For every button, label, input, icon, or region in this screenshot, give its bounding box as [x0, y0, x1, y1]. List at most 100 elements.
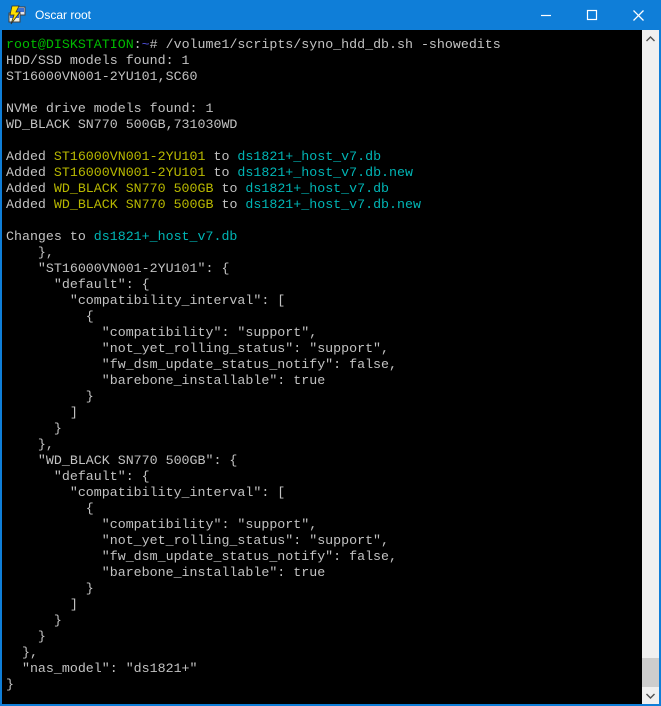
terminal-line: "compatibility": "support", — [6, 325, 642, 341]
terminal-line: "default": { — [6, 277, 642, 293]
scroll-down-button[interactable] — [642, 687, 659, 704]
close-button[interactable] — [615, 0, 661, 30]
terminal-text-segment: "nas_model": "ds1821+" — [6, 661, 198, 676]
terminal-text-segment: } — [6, 581, 94, 596]
terminal-text-segment: : — [134, 37, 142, 52]
terminal-line: }, — [6, 245, 642, 261]
terminal-line: Added ST16000VN001-2YU101 to ds1821+_hos… — [6, 165, 642, 181]
terminal-text-segment: "compatibility_interval": [ — [6, 485, 285, 500]
terminal-text-segment: { — [6, 501, 94, 516]
terminal-line: "barebone_installable": true — [6, 565, 642, 581]
titlebar[interactable]: Oscar root — [0, 0, 661, 30]
close-icon — [632, 9, 645, 22]
terminal-line: "compatibility_interval": [ — [6, 293, 642, 309]
terminal-line: "not_yet_rolling_status": "support", — [6, 533, 642, 549]
maximize-button[interactable] — [569, 0, 615, 30]
terminal-text-segment: "default": { — [6, 469, 150, 484]
terminal-text-segment: to — [213, 181, 245, 196]
terminal-line: HDD/SSD models found: 1 — [6, 53, 642, 69]
terminal-text-segment: Added — [6, 197, 54, 212]
terminal-text-segment: "ST16000VN001-2YU101": { — [6, 261, 229, 276]
terminal-output[interactable]: root@DISKSTATION:~# /volume1/scripts/syn… — [2, 30, 642, 704]
terminal-text-segment: ] — [6, 597, 78, 612]
terminal-line: NVMe drive models found: 1 — [6, 101, 642, 117]
terminal-text-segment: WD_BLACK SN770 500GB — [54, 197, 214, 212]
terminal-text-segment: Changes to — [6, 229, 94, 244]
terminal-text-segment: ST16000VN001-2YU101 — [54, 149, 206, 164]
terminal-text-segment: } — [6, 677, 14, 692]
terminal-text-segment: "not_yet_rolling_status": "support", — [6, 533, 389, 548]
minimize-icon — [540, 9, 552, 21]
terminal-text-segment: to — [213, 197, 245, 212]
terminal-text-segment: WD_BLACK SN770 500GB,731030WD — [6, 117, 237, 132]
terminal-text-segment: ~ — [142, 37, 150, 52]
terminal-line: Added WD_BLACK SN770 500GB to ds1821+_ho… — [6, 197, 642, 213]
terminal-text-segment: "default": { — [6, 277, 150, 292]
terminal-line: root@DISKSTATION:~# /volume1/scripts/syn… — [6, 37, 642, 53]
terminal-text-segment: } — [6, 389, 94, 404]
terminal-text-segment: }, — [6, 645, 38, 660]
terminal-line: "fw_dsm_update_status_notify": false, — [6, 549, 642, 565]
terminal-text-segment: "fw_dsm_update_status_notify": false, — [6, 357, 397, 372]
terminal-line: "default": { — [6, 469, 642, 485]
terminal-text-segment: "barebone_installable": true — [6, 565, 325, 580]
terminal-line — [6, 133, 642, 149]
terminal-line: { — [6, 309, 642, 325]
terminal-line: Added WD_BLACK SN770 500GB to ds1821+_ho… — [6, 181, 642, 197]
terminal-text-segment: "compatibility": "support", — [6, 517, 317, 532]
terminal-line: "not_yet_rolling_status": "support", — [6, 341, 642, 357]
terminal-line: } — [6, 629, 642, 645]
terminal-line — [6, 213, 642, 229]
terminal-text-segment: /volume1/scripts/syno_hdd_db.sh -showedi… — [158, 37, 501, 52]
terminal-text-segment: } — [6, 421, 62, 436]
terminal-text-segment: NVMe drive models found: 1 — [6, 101, 213, 116]
terminal-line: "barebone_installable": true — [6, 373, 642, 389]
terminal-line: Changes to ds1821+_host_v7.db — [6, 229, 642, 245]
terminal-line: } — [6, 389, 642, 405]
terminal-text-segment: ] — [6, 405, 78, 420]
terminal-window: Oscar root root@DISKSTATION:~# /vo — [0, 0, 661, 706]
terminal-line: "compatibility_interval": [ — [6, 485, 642, 501]
terminal-line: } — [6, 581, 642, 597]
terminal-text-segment: ST16000VN001-2YU101,SC60 — [6, 69, 198, 84]
terminal-text-segment: ds1821+_host_v7.db.new — [245, 197, 421, 212]
terminal-line: "nas_model": "ds1821+" — [6, 661, 642, 677]
terminal-line: Added ST16000VN001-2YU101 to ds1821+_hos… — [6, 149, 642, 165]
terminal-text-segment: "compatibility": "support", — [6, 325, 317, 340]
putty-terminal-icon[interactable] — [7, 5, 27, 25]
window-title: Oscar root — [35, 8, 91, 22]
terminal-text-segment: HDD/SSD models found: 1 — [6, 53, 190, 68]
terminal-text-segment: ST16000VN001-2YU101 — [54, 165, 206, 180]
terminal-line: "compatibility": "support", — [6, 517, 642, 533]
terminal-text-segment: }, — [6, 245, 54, 260]
terminal-text-segment: ds1821+_host_v7.db — [94, 229, 238, 244]
maximize-icon — [586, 9, 598, 21]
terminal-line: WD_BLACK SN770 500GB,731030WD — [6, 117, 642, 133]
terminal-text-segment: } — [6, 629, 46, 644]
terminal-text-segment: }, — [6, 437, 54, 452]
terminal-text-segment: ds1821+_host_v7.db — [237, 149, 381, 164]
minimize-button[interactable] — [523, 0, 569, 30]
terminal-text-segment: ds1821+_host_v7.db — [245, 181, 389, 196]
scroll-up-button[interactable] — [642, 30, 659, 47]
terminal-text-segment: Added — [6, 165, 54, 180]
terminal-line — [6, 85, 642, 101]
terminal-text-segment: WD_BLACK SN770 500GB — [54, 181, 214, 196]
terminal-text-segment: to — [206, 165, 238, 180]
scrollbar-thumb[interactable] — [642, 658, 659, 687]
terminal-text-segment: "fw_dsm_update_status_notify": false, — [6, 549, 397, 564]
terminal-text-segment: to — [206, 149, 238, 164]
terminal-line: } — [6, 421, 642, 437]
terminal-text-segment: "barebone_installable": true — [6, 373, 325, 388]
terminal-line: ] — [6, 405, 642, 421]
terminal-text-segment: # — [150, 37, 158, 52]
terminal-line: "fw_dsm_update_status_notify": false, — [6, 357, 642, 373]
terminal-text-segment: } — [6, 613, 62, 628]
terminal-line: { — [6, 501, 642, 517]
terminal-text-segment: Added — [6, 149, 54, 164]
scrollbar[interactable] — [642, 30, 659, 704]
terminal-line: "WD_BLACK SN770 500GB": { — [6, 453, 642, 469]
terminal-line: }, — [6, 645, 642, 661]
scroll-down-icon — [646, 693, 655, 699]
terminal-text-segment: "not_yet_rolling_status": "support", — [6, 341, 389, 356]
